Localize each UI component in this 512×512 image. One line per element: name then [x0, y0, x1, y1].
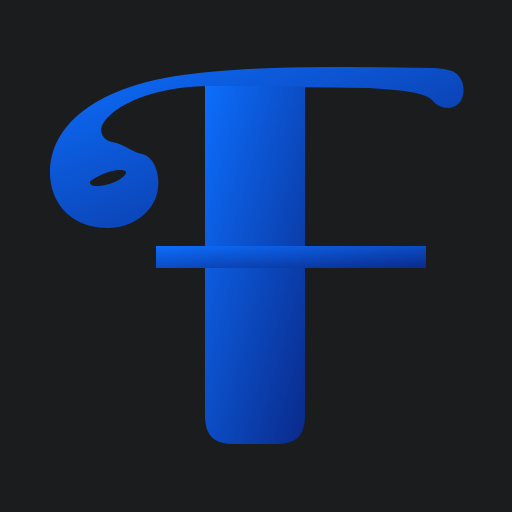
logo-canvas — [0, 0, 512, 512]
logo-f-icon — [50, 66, 464, 444]
logo-f-crossbar — [156, 246, 426, 268]
